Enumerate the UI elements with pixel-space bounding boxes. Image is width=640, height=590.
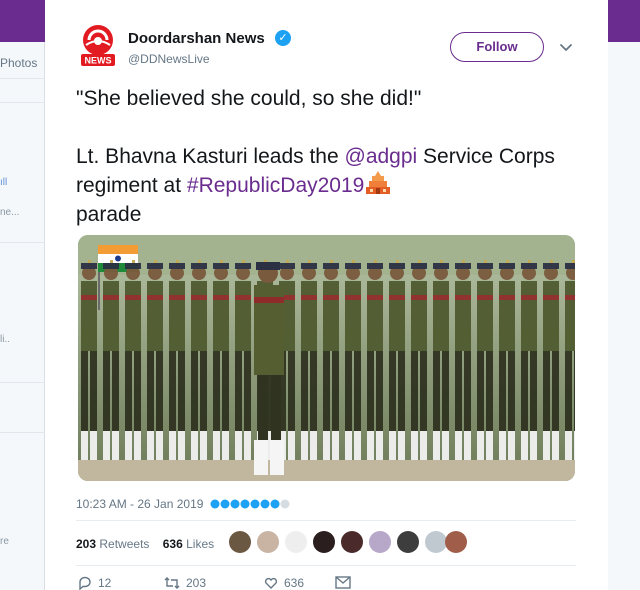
retweets-label[interactable]: Retweets xyxy=(99,537,149,551)
divider xyxy=(76,520,576,521)
user-handle[interactable]: @DDNewsLive xyxy=(128,52,210,66)
liker-avatars[interactable] xyxy=(228,530,458,554)
tweet-body: Lt. Bhavna Kasturi leads the @adgpi Serv… xyxy=(76,145,555,226)
temple-emoji-icon xyxy=(366,171,391,194)
verified-icon: ✓ xyxy=(275,30,291,46)
tweet-timestamp[interactable]: 10:23 AM - 26 Jan 2019 xyxy=(76,497,203,511)
retweet-button[interactable]: 203 xyxy=(164,575,206,590)
parade-photo[interactable] xyxy=(78,235,575,481)
like-icon xyxy=(264,577,278,589)
retweet-icon xyxy=(164,576,180,589)
user-name[interactable]: Doordarshan News xyxy=(128,30,265,47)
tweet-actions: 12 203 636 xyxy=(76,575,376,590)
mention-link[interactable]: @adgpi xyxy=(345,145,418,168)
divider xyxy=(76,565,576,566)
follow-button[interactable]: Follow xyxy=(450,32,544,62)
like-button[interactable]: 636 xyxy=(264,575,304,590)
likes-count[interactable]: 636 xyxy=(163,537,183,551)
retweets-count[interactable]: 203 xyxy=(76,537,96,551)
liker-avatar[interactable] xyxy=(444,530,468,554)
background-tab-photos: Photos xyxy=(0,56,38,70)
direct-message-button[interactable] xyxy=(335,575,351,590)
dm-icon xyxy=(335,576,351,589)
svg-text:NEWS: NEWS xyxy=(85,56,112,66)
translation-dots-icon xyxy=(210,499,290,509)
tweet-text: "She believed she could, so she did!" Lt… xyxy=(76,84,596,229)
likes-label[interactable]: Likes xyxy=(186,537,214,551)
doordarshan-logo-icon[interactable]: NEWS xyxy=(78,24,118,68)
tweet-card: NEWS Doordarshan News ✓ @DDNewsLive Foll… xyxy=(45,0,608,590)
chevron-down-icon[interactable] xyxy=(557,38,575,56)
background-left-column: Photos ıll ne... li.. re xyxy=(0,42,45,590)
hashtag-link[interactable]: #RepublicDay2019 xyxy=(187,174,364,197)
background-fragment: ne... xyxy=(0,207,20,218)
tweet-quote: "She believed she could, so she did!" xyxy=(76,87,422,110)
reply-button[interactable]: 12 xyxy=(78,575,111,590)
background-right-column xyxy=(608,42,640,590)
background-fragment: re xyxy=(0,536,9,547)
engagement-stats: 203 Retweets 636 Likes xyxy=(76,537,214,551)
reply-icon xyxy=(79,576,91,590)
background-fragment: ıll xyxy=(0,177,8,188)
background-fragment: li.. xyxy=(0,334,10,345)
